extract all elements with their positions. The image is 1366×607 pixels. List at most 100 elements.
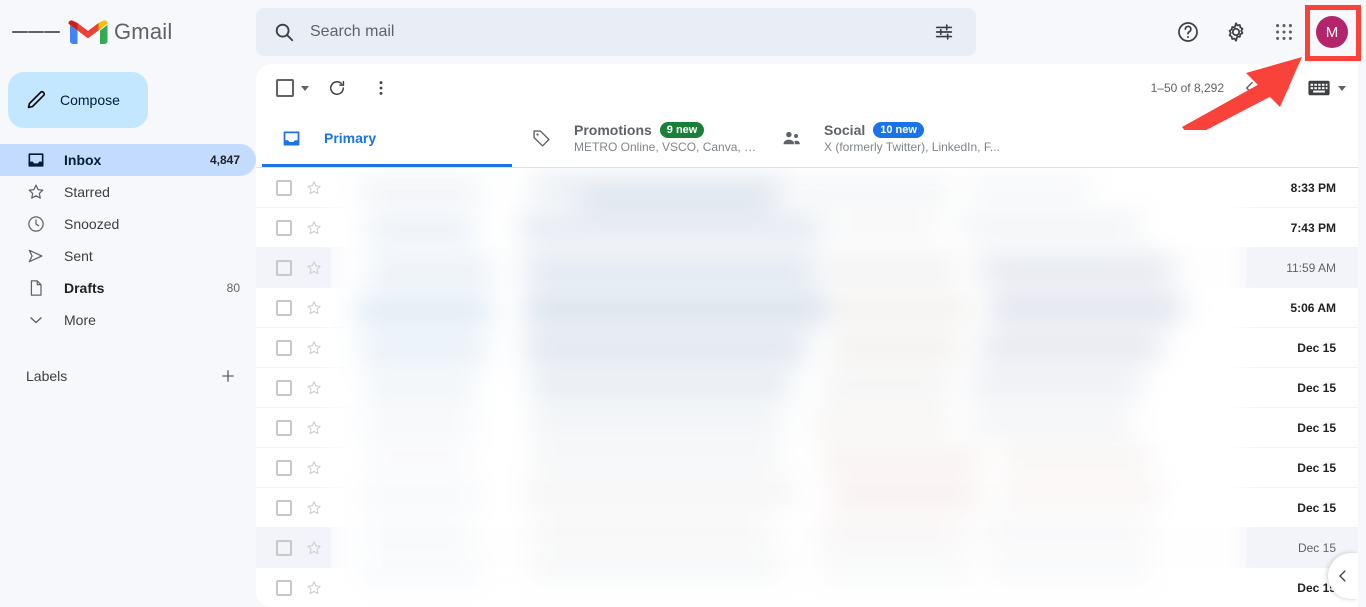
row-controls xyxy=(256,528,331,567)
star-icon xyxy=(26,182,46,202)
table-row[interactable]: Dec 15 xyxy=(256,368,1358,408)
row-checkbox[interactable] xyxy=(276,579,292,596)
pager-range: 1–50 of 8,292 xyxy=(1150,81,1224,95)
chevron-left-icon xyxy=(1245,81,1253,95)
category-tabs: Primary Promotions 9 new METRO Online, V… xyxy=(256,112,1358,168)
sidebar-item-count: 4,847 xyxy=(209,153,240,167)
sidebar-item-starred[interactable]: Starred xyxy=(0,176,256,208)
row-content-redacted xyxy=(331,248,1246,287)
table-row[interactable]: 5:06 AM xyxy=(256,288,1358,328)
tab-text: Social 10 new X (formerly Twitter), Link… xyxy=(824,122,1000,154)
row-checkbox[interactable] xyxy=(276,459,292,476)
star-outline-icon[interactable] xyxy=(305,179,323,197)
sidebar-item-label: Sent xyxy=(64,248,93,264)
plus-icon[interactable] xyxy=(218,366,238,386)
search-bar xyxy=(256,8,976,56)
select-all-checkbox[interactable] xyxy=(270,73,311,103)
row-content-redacted xyxy=(331,408,1246,447)
table-row[interactable]: Dec 15 xyxy=(256,488,1358,528)
sidebar-item-inbox[interactable]: Inbox 4,847 xyxy=(0,144,256,176)
star-outline-icon[interactable] xyxy=(305,339,323,357)
row-date: Dec 15 xyxy=(1246,408,1358,447)
chevron-right-icon xyxy=(1283,81,1291,95)
row-checkbox[interactable] xyxy=(276,299,292,316)
email-list-scroll-area[interactable]: 8:33 PM 7:43 PM 11:59 AM 5:06 AM Dec 15 … xyxy=(256,168,1358,607)
row-date: Dec 15 xyxy=(1246,488,1358,527)
chevron-down-icon xyxy=(26,310,46,330)
help-circle-icon[interactable] xyxy=(1164,8,1212,56)
labels-title: Labels xyxy=(26,368,68,384)
sidebar-item-label: Inbox xyxy=(64,152,102,168)
apps-grid-icon[interactable] xyxy=(1260,8,1308,56)
star-outline-icon[interactable] xyxy=(305,299,323,317)
row-checkbox[interactable] xyxy=(276,419,292,436)
tab-social[interactable]: Social 10 new X (formerly Twitter), Link… xyxy=(762,112,1012,167)
row-checkbox[interactable] xyxy=(276,379,292,396)
tab-subtitle: X (formerly Twitter), LinkedIn, F... xyxy=(824,140,1000,154)
tab-badge: 9 new xyxy=(659,122,705,138)
table-row[interactable]: Dec 15 xyxy=(256,328,1358,368)
row-checkbox[interactable] xyxy=(276,259,292,276)
tab-text: Promotions 9 new METRO Online, VSCO, Can… xyxy=(574,122,762,154)
draft-icon xyxy=(26,278,46,298)
row-date: 11:59 AM xyxy=(1246,248,1358,287)
row-checkbox[interactable] xyxy=(276,539,292,556)
gear-icon[interactable] xyxy=(1212,8,1260,56)
row-date: 8:33 PM xyxy=(1246,168,1358,207)
star-outline-icon[interactable] xyxy=(305,219,323,237)
search-input[interactable] xyxy=(304,23,924,41)
tab-badge: 10 new xyxy=(873,122,924,138)
star-outline-icon[interactable] xyxy=(305,459,323,477)
row-controls xyxy=(256,328,331,367)
input-tools-button[interactable] xyxy=(1308,80,1346,96)
sidebar-item-sent[interactable]: Sent xyxy=(0,240,256,272)
star-outline-icon[interactable] xyxy=(305,539,323,557)
mail-list-panel: 1–50 of 8,292 Primary Promotions 9 new M… xyxy=(256,64,1358,607)
list-toolbar: 1–50 of 8,292 xyxy=(256,64,1358,112)
sidebar-item-label: Drafts xyxy=(64,280,105,296)
table-row[interactable]: 8:33 PM xyxy=(256,168,1358,208)
refresh-icon[interactable] xyxy=(319,70,355,106)
send-icon xyxy=(26,246,46,266)
table-row[interactable]: Dec 15 xyxy=(256,448,1358,488)
chevron-down-icon[interactable] xyxy=(301,85,309,91)
tab-promotions[interactable]: Promotions 9 new METRO Online, VSCO, Can… xyxy=(512,112,762,167)
tab-primary[interactable]: Primary xyxy=(262,112,512,167)
row-checkbox[interactable] xyxy=(276,499,292,516)
top-app-bar: Gmail Search mail M xyxy=(0,0,1366,64)
row-content-redacted xyxy=(331,488,1246,527)
sidebar-item-drafts[interactable]: Drafts 80 xyxy=(0,272,256,304)
compose-button[interactable]: Compose xyxy=(8,72,148,128)
table-row[interactable]: 11:59 AM xyxy=(256,248,1358,288)
tag-icon xyxy=(530,127,552,149)
star-outline-icon[interactable] xyxy=(305,379,323,397)
sidebar-item-snoozed[interactable]: Snoozed xyxy=(0,208,256,240)
star-outline-icon[interactable] xyxy=(305,419,323,437)
search-box[interactable] xyxy=(256,8,976,56)
row-content-redacted xyxy=(331,368,1246,407)
table-row[interactable]: Dec 15 xyxy=(256,528,1358,568)
star-outline-icon[interactable] xyxy=(305,499,323,517)
gmail-brand[interactable]: Gmail xyxy=(68,17,172,47)
table-row[interactable]: 7:43 PM xyxy=(256,208,1358,248)
row-controls xyxy=(256,448,331,487)
more-vertical-icon[interactable] xyxy=(363,70,399,106)
row-checkbox[interactable] xyxy=(276,219,292,236)
sidebar-item-more[interactable]: More xyxy=(0,304,256,336)
star-outline-icon[interactable] xyxy=(305,259,323,277)
account-avatar[interactable]: M xyxy=(1308,8,1356,56)
search-options-icon[interactable] xyxy=(924,12,964,52)
row-content-redacted xyxy=(331,288,1246,327)
search-icon[interactable] xyxy=(264,12,304,52)
star-outline-icon[interactable] xyxy=(305,579,323,597)
table-row[interactable]: Dec 15 xyxy=(256,568,1358,607)
row-checkbox[interactable] xyxy=(276,179,292,196)
prev-page-button[interactable] xyxy=(1232,70,1268,106)
row-controls xyxy=(256,408,331,447)
tab-title-row: Primary xyxy=(324,130,376,146)
table-row[interactable]: Dec 15 xyxy=(256,408,1358,448)
next-page-button[interactable] xyxy=(1268,70,1304,106)
hamburger-menu-icon[interactable] xyxy=(12,8,60,56)
sidebar-item-label: Starred xyxy=(64,184,110,200)
row-checkbox[interactable] xyxy=(276,339,292,356)
